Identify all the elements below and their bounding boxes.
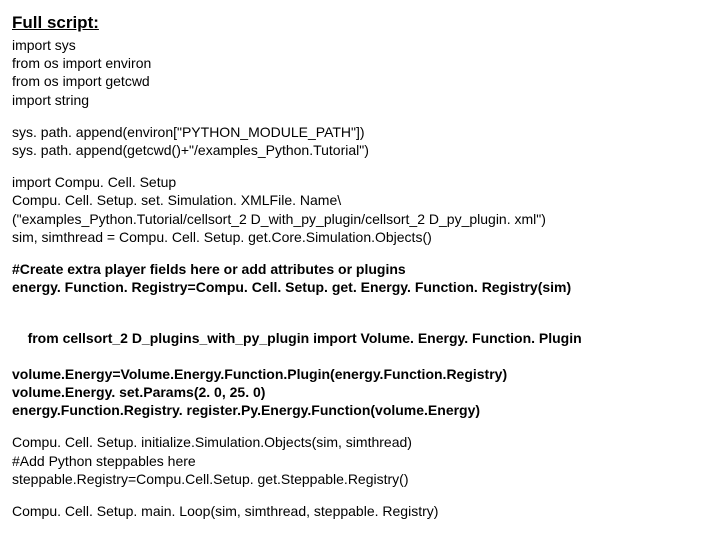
code-line: volume.Energy=Volume.Energy.Function.Plu… — [12, 365, 708, 383]
code-line: volume.Energy. set.Params(2. 0, 25. 0) — [12, 383, 708, 401]
code-line: import string — [12, 91, 708, 109]
class-name: Volume. Energy. Function. Plugin — [361, 330, 582, 346]
import-keyword: import — [313, 330, 360, 346]
code-line: from os import environ — [12, 54, 708, 72]
code-block-6: Compu. Cell. Setup. initialize.Simulatio… — [12, 433, 708, 488]
code-line: energy.Function.Registry. register.Py.En… — [12, 401, 708, 419]
code-line: Compu. Cell. Setup. main. Loop(sim, simt… — [12, 502, 708, 520]
code-line: Compu. Cell. Setup. initialize.Simulatio… — [12, 433, 708, 451]
code-line: sys. path. append(getcwd()+"/examples_Py… — [12, 141, 708, 159]
code-block-2: sys. path. append(environ["PYTHON_MODULE… — [12, 123, 708, 159]
code-block-3: import Compu. Cell. Setup Compu. Cell. S… — [12, 173, 708, 246]
code-block-5: from cellsort_2 D_plugins_with_py_plugin… — [12, 310, 708, 419]
code-line: #Create extra player fields here or add … — [12, 260, 708, 278]
from-keyword: from — [28, 330, 63, 346]
module-name: cellsort_2 D_plugins_with_py_plugin — [63, 330, 314, 346]
code-line: energy. Function. Registry=Compu. Cell. … — [12, 278, 708, 296]
code-line: sim, simthread = Compu. Cell. Setup. get… — [12, 228, 708, 246]
code-line: steppable.Registry=Compu.Cell.Setup. get… — [12, 470, 708, 488]
code-line: #Add Python steppables here — [12, 452, 708, 470]
section-heading: Full script: — [12, 12, 708, 34]
code-line: import Compu. Cell. Setup — [12, 173, 708, 191]
code-block-1: import sys from os import environ from o… — [12, 36, 708, 109]
code-line: from cellsort_2 D_plugins_with_py_plugin… — [12, 310, 708, 365]
code-block-7: Compu. Cell. Setup. main. Loop(sim, simt… — [12, 502, 708, 520]
code-line: ("examples_Python.Tutorial/cellsort_2 D_… — [12, 210, 708, 228]
code-line: import sys — [12, 36, 708, 54]
code-block-4: #Create extra player fields here or add … — [12, 260, 708, 296]
code-line: sys. path. append(environ["PYTHON_MODULE… — [12, 123, 708, 141]
code-line: Compu. Cell. Setup. set. Simulation. XML… — [12, 191, 708, 209]
code-line: from os import getcwd — [12, 72, 708, 90]
